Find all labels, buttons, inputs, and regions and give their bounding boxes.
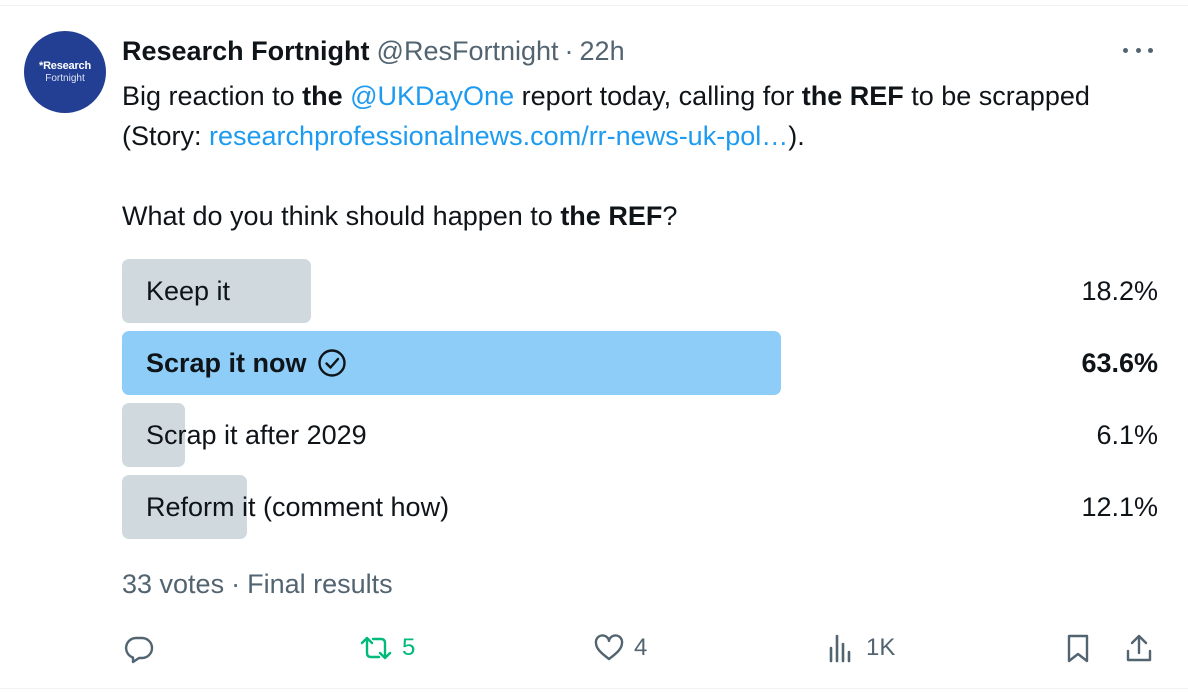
views-icon <box>826 631 858 665</box>
story-link[interactable]: researchprofessionalnews.com/rr-news-uk-… <box>209 121 788 151</box>
reply-button[interactable] <box>122 628 156 668</box>
text-segment-bold: the REF <box>560 201 663 231</box>
heart-icon <box>592 631 626 665</box>
retweet-button[interactable]: 5 <box>358 628 415 668</box>
mention-link[interactable]: @UKDayOne <box>350 81 514 111</box>
more-dot <box>1123 47 1128 53</box>
poll-option[interactable]: Keep it 18.2% <box>122 259 1158 323</box>
text-segment <box>343 81 351 111</box>
share-button[interactable] <box>1122 628 1156 668</box>
views-button[interactable]: 1K <box>826 628 895 668</box>
poll-option-winner[interactable]: Scrap it now 63.6% <box>122 331 1158 395</box>
poll-option-percent: 12.1% <box>1081 491 1158 522</box>
text-segment: report today, calling for <box>514 81 802 111</box>
tweet-header: Research Fortnight @ResFortnight · 22h <box>122 33 625 69</box>
text-segment: ? <box>662 201 678 231</box>
like-count: 4 <box>634 634 648 661</box>
poll-option-label: Keep it <box>146 275 231 306</box>
poll-option-percent: 18.2% <box>1081 275 1158 306</box>
check-circle-icon <box>317 348 347 378</box>
author-handle[interactable]: @ResFortnight <box>377 36 559 67</box>
text-segment: ). <box>788 121 805 151</box>
poll-option-percent: 63.6% <box>1081 347 1158 378</box>
poll-status: Final results <box>247 568 393 599</box>
poll-option-label: Scrap it now <box>146 347 307 378</box>
like-button[interactable]: 4 <box>592 628 647 668</box>
bookmark-icon <box>1062 631 1094 665</box>
poll-option-label: Scrap it after 2029 <box>146 419 367 450</box>
tweet-paragraph-2: What do you think should happen to the R… <box>122 196 1142 236</box>
poll-meta-separator: · <box>231 568 241 599</box>
poll-vote-count: 33 votes <box>122 568 225 599</box>
avatar-logo-subtext: Fortnight <box>45 73 85 84</box>
share-icon <box>1122 631 1156 665</box>
tweet-time[interactable]: 22h <box>580 36 625 67</box>
bottom-divider <box>0 688 1188 689</box>
poll-meta: 33 votes · Final results <box>122 566 393 602</box>
more-options-icon[interactable] <box>1123 40 1153 60</box>
reply-icon <box>122 631 156 665</box>
more-dot <box>1135 47 1141 53</box>
retweet-icon <box>358 631 394 665</box>
top-divider <box>0 5 1188 6</box>
text-segment-bold: the <box>302 81 343 111</box>
tweet-paragraph-1: Big reaction to the @UKDayOne report tod… <box>122 76 1142 156</box>
more-dot <box>1148 47 1153 53</box>
poll-option-percent: 6.1% <box>1096 419 1158 450</box>
text-segment: Big reaction to <box>122 81 303 111</box>
text-segment-bold: the REF <box>801 81 904 111</box>
poll-option-label: Reform it (comment how) <box>146 491 450 522</box>
retweet-count: 5 <box>402 634 416 661</box>
poll-option[interactable]: Scrap it after 2029 6.1% <box>122 403 1158 467</box>
text-segment: What do you think should happen to <box>122 201 561 231</box>
avatar[interactable]: *Research Fortnight <box>24 31 106 113</box>
poll-option[interactable]: Reform it (comment how) 12.1% <box>122 475 1158 539</box>
action-bar: 5 4 1K <box>122 628 1158 668</box>
tweet-text: Big reaction to the @UKDayOne report tod… <box>122 76 1142 236</box>
bookmark-button[interactable] <box>1062 628 1094 668</box>
views-count: 1K <box>866 634 896 661</box>
avatar-logo-text: *Research <box>38 60 91 72</box>
author-name[interactable]: Research Fortnight <box>122 36 370 67</box>
poll-option-label-wrapper: Scrap it now <box>146 331 347 395</box>
header-separator: · <box>564 35 574 66</box>
